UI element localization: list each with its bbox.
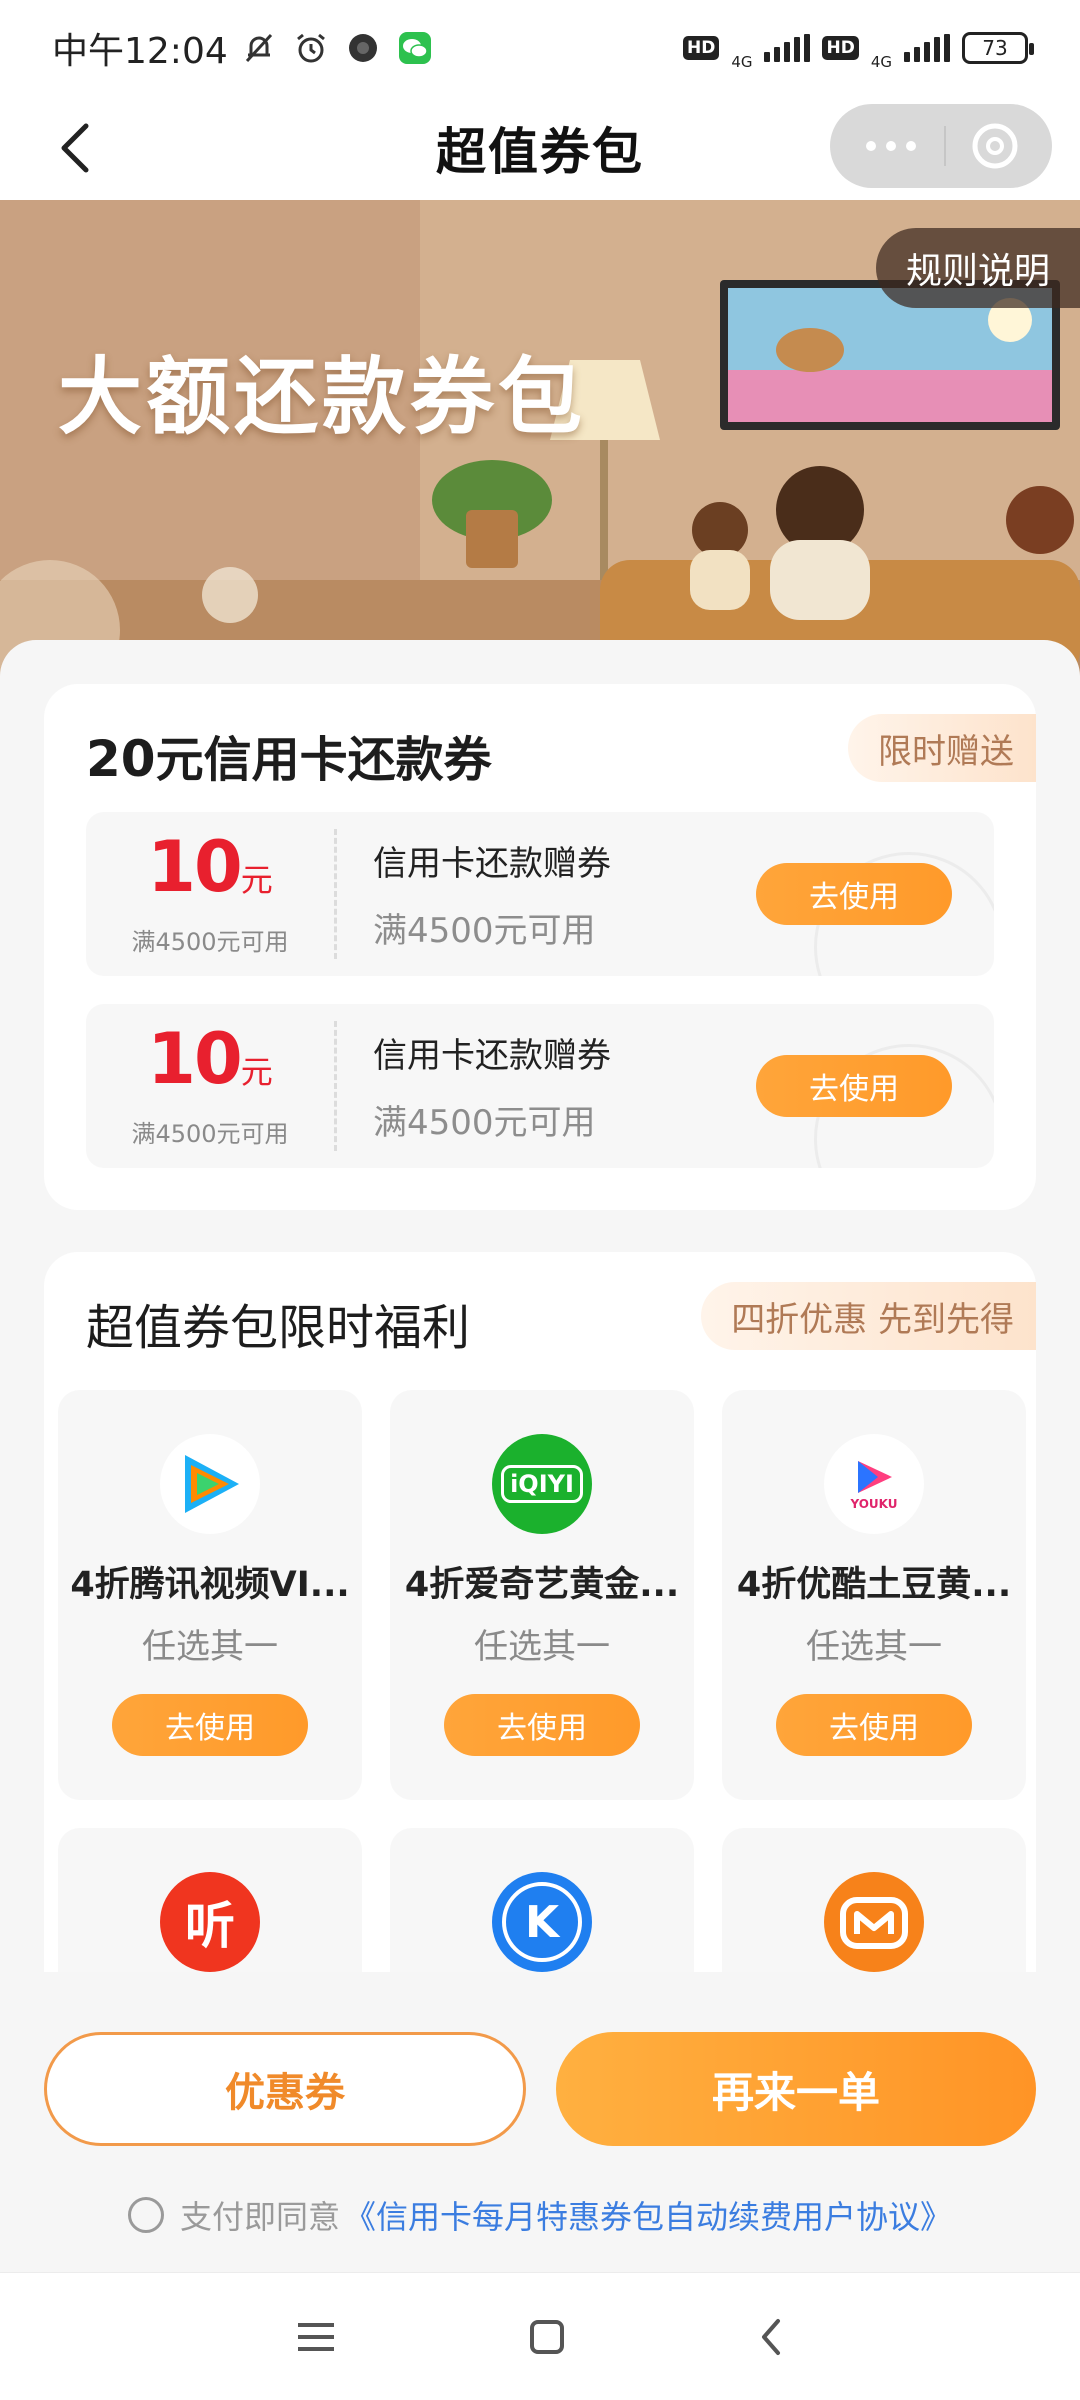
coupon-item: 10元 满4500元可用 信用卡还款赠券 满4500元可用 去使用 bbox=[86, 812, 994, 976]
iqiyi-logo-text: iQIYI bbox=[501, 1465, 583, 1503]
benefit-subtitle: 任选其一 bbox=[474, 1627, 610, 1667]
benefit-grid: 4折腾讯视频VI... 任选其一 去使用 iQIYI 4折爱奇艺黄金... 任选… bbox=[58, 1390, 1026, 1980]
title-amount: 20 bbox=[86, 730, 156, 788]
coupon-value: 10元 满4500元可用 bbox=[86, 831, 334, 957]
coupon-unit: 元 bbox=[240, 861, 273, 899]
status-bar: 中午12:04 HD 4G HD 4G 73 bbox=[0, 0, 1080, 96]
benefit-subtitle: 任选其一 bbox=[806, 1627, 942, 1667]
iqiyi-icon: iQIYI bbox=[492, 1434, 592, 1534]
coupon-amount: 10 bbox=[147, 1018, 242, 1100]
limited-gift-badge: 限时赠送 bbox=[848, 714, 1036, 782]
camera-dot-icon bbox=[348, 34, 377, 62]
nav-bar: 超值券包 bbox=[0, 96, 1080, 200]
coupon-button[interactable]: 优惠券 bbox=[44, 2032, 526, 2146]
chevron-left-icon bbox=[61, 123, 89, 173]
coupon-subtitle: 满4500元可用 bbox=[373, 911, 596, 951]
benefits-card: 超值券包限时福利 四折优惠 先到先得 4折腾讯视频VI... 任选其一 去使用 … bbox=[44, 1252, 1036, 1980]
system-nav-bar bbox=[0, 2272, 1080, 2400]
wechat-icon bbox=[398, 32, 431, 64]
main-content: 20元信用卡还款券 限时赠送 10元 满4500元可用 信用卡还款赠券 满450… bbox=[0, 640, 1080, 1980]
status-time: 中午12:04 bbox=[52, 31, 228, 72]
signal-icon bbox=[764, 34, 811, 62]
rules-button[interactable]: 规则说明 bbox=[876, 228, 1080, 308]
discount-badge: 四折优惠 先到先得 bbox=[701, 1282, 1036, 1350]
coupon-condition: 满4500元可用 bbox=[131, 928, 289, 956]
coupon-unit: 元 bbox=[240, 1053, 273, 1091]
use-benefit-button[interactable]: 去使用 bbox=[776, 1694, 972, 1756]
reorder-button[interactable]: 再来一单 bbox=[556, 2032, 1036, 2146]
use-benefit-button[interactable]: 去使用 bbox=[112, 1694, 308, 1756]
ximalaya-icon: 听 bbox=[160, 1872, 260, 1972]
back-nav-icon[interactable] bbox=[758, 2317, 784, 2357]
benefit-tile-tencent-video[interactable]: 4折腾讯视频VI... 任选其一 去使用 bbox=[58, 1390, 362, 1800]
banner-title: 大额还款券包 bbox=[58, 348, 587, 446]
coupon-name: 信用卡还款赠券 bbox=[373, 844, 611, 884]
back-button[interactable] bbox=[56, 114, 116, 182]
signal-icon-2 bbox=[904, 34, 950, 62]
network-label: 4G bbox=[731, 53, 753, 71]
use-benefit-button[interactable]: 去使用 bbox=[444, 1694, 640, 1756]
status-right: HD 4G HD 4G 73 bbox=[682, 25, 1034, 71]
coupon-value: 10元 满4500元可用 bbox=[86, 1023, 334, 1149]
status-notification-icons bbox=[242, 31, 432, 65]
tencent-video-icon bbox=[160, 1434, 260, 1534]
benefit-name: 4折优酷土豆黄... bbox=[736, 1565, 1012, 1605]
benefit-name: 4折爱奇艺黄金... bbox=[404, 1565, 680, 1605]
coupon-condition: 满4500元可用 bbox=[131, 1120, 289, 1148]
kugou-logo-text: K bbox=[502, 1882, 582, 1962]
agreement-row: 支付即同意 《信用卡每月特惠券包自动续费用户协议》 bbox=[128, 2192, 952, 2238]
page-title: 超值券包 bbox=[436, 123, 644, 181]
benefit-tile-mango-tv[interactable] bbox=[722, 1828, 1026, 1980]
battery-icon: 73 bbox=[962, 32, 1034, 64]
agree-radio[interactable] bbox=[128, 2197, 164, 2233]
benefit-tile-youku[interactable]: YOUKU 4折优酷土豆黄... 任选其一 去使用 bbox=[722, 1390, 1026, 1800]
benefit-tile-kugou[interactable]: K bbox=[390, 1828, 694, 1980]
home-icon[interactable] bbox=[529, 2319, 565, 2355]
kugou-icon: K bbox=[492, 1872, 592, 1972]
agree-text: 支付即同意 bbox=[180, 2198, 341, 2236]
coupon-subtitle: 满4500元可用 bbox=[373, 1103, 596, 1143]
benefit-tile-iqiyi[interactable]: iQIYI 4折爱奇艺黄金... 任选其一 去使用 bbox=[390, 1390, 694, 1800]
coupon-amount: 10 bbox=[147, 826, 242, 908]
mini-program-capsule bbox=[830, 104, 1052, 188]
youku-icon: YOUKU bbox=[824, 1434, 924, 1534]
alarm-icon bbox=[296, 33, 325, 63]
youku-logo-text: YOUKU bbox=[850, 1497, 898, 1511]
benefit-name: 4折腾讯视频VI... bbox=[70, 1565, 350, 1605]
benefit-subtitle: 任选其一 bbox=[142, 1627, 278, 1667]
coupon-name: 信用卡还款赠券 bbox=[373, 1036, 611, 1076]
hd-badge-2: HD bbox=[822, 36, 859, 60]
close-circle-icon[interactable] bbox=[969, 120, 1021, 172]
benefit-tile-ximalaya[interactable]: 听 bbox=[58, 1828, 362, 1980]
coupon-info: 信用卡还款赠券 满4500元可用 bbox=[337, 836, 756, 952]
bell-off-icon bbox=[245, 33, 272, 63]
use-coupon-button[interactable]: 去使用 bbox=[756, 863, 952, 925]
repayment-coupon-card: 20元信用卡还款券 限时赠送 10元 满4500元可用 信用卡还款赠券 满450… bbox=[44, 684, 1036, 1210]
use-coupon-button[interactable]: 去使用 bbox=[756, 1055, 952, 1117]
title-text: 元信用卡还款券 bbox=[155, 732, 492, 788]
bottom-action-bar: 优惠券 再来一单 支付即同意 《信用卡每月特惠券包自动续费用户协议》 bbox=[0, 1972, 1080, 2272]
more-icon[interactable] bbox=[861, 136, 921, 156]
coupon-info: 信用卡还款赠券 满4500元可用 bbox=[337, 1028, 756, 1144]
hd-badge: HD bbox=[682, 36, 720, 60]
coupon-item: 10元 满4500元可用 信用卡还款赠券 满4500元可用 去使用 bbox=[86, 1004, 994, 1168]
capsule-divider bbox=[943, 126, 946, 166]
mango-tv-icon bbox=[824, 1872, 924, 1972]
agreement-link[interactable]: 《信用卡每月特惠券包自动续费用户协议》 bbox=[344, 2192, 952, 2238]
menu-icon[interactable] bbox=[296, 2320, 336, 2354]
network-label-2: 4G bbox=[870, 53, 892, 71]
